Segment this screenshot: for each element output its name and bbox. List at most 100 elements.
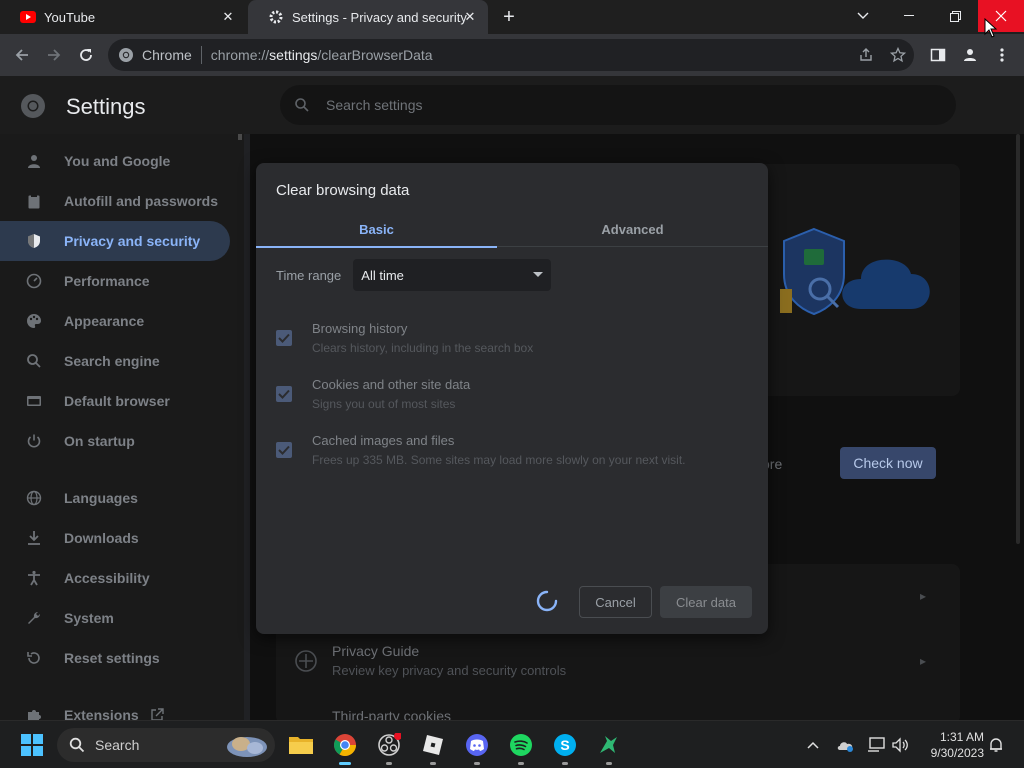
tab-basic[interactable]: Basic [256, 211, 497, 248]
time-range-label: Time range [276, 267, 342, 283]
sidebar-item-you-and-google[interactable]: You and Google [0, 141, 230, 181]
running-indicator [518, 762, 524, 765]
tab-search-icon[interactable] [840, 0, 886, 32]
taskbar-search[interactable]: Search [57, 728, 275, 762]
scrollbar-thumb[interactable] [1016, 134, 1020, 544]
sidebar-item-label: Privacy and security [64, 233, 201, 249]
network-icon[interactable] [866, 735, 886, 755]
file-explorer-icon[interactable] [285, 729, 317, 761]
sidebar-item-search-engine[interactable]: Search engine [0, 341, 230, 381]
privacy-guide-title[interactable]: Privacy Guide [332, 643, 419, 659]
tab-youtube[interactable]: YouTube ✕ [0, 0, 246, 34]
side-panel-icon[interactable] [926, 43, 950, 67]
globe-icon [24, 488, 44, 508]
address-bar[interactable]: Chrome chrome://settings/clearBrowserDat… [108, 39, 914, 71]
discord-icon[interactable] [461, 729, 493, 765]
roblox-icon[interactable] [417, 729, 449, 765]
sidebar-item-system[interactable]: System [0, 598, 230, 638]
power-icon [24, 431, 44, 451]
profile-icon[interactable] [958, 43, 982, 67]
sidebar-item-privacy[interactable]: Privacy and security [0, 221, 230, 261]
new-tab-button[interactable]: + [499, 7, 519, 27]
sidebar-item-label: Performance [64, 273, 150, 289]
scrollbar-thumb[interactable] [238, 134, 242, 140]
checkmark-icon [278, 333, 290, 343]
main-scrollbar[interactable] [1014, 134, 1022, 720]
gear-icon [268, 9, 284, 25]
accessibility-icon [24, 568, 44, 588]
sidebar-item-accessibility[interactable]: Accessibility [0, 558, 230, 598]
chevron-right-icon: ▸ [920, 654, 927, 668]
forward-button[interactable] [42, 43, 66, 67]
notification-bell-icon[interactable] [986, 735, 1006, 755]
search-icon [69, 737, 85, 753]
cookies-checkbox[interactable] [276, 386, 292, 402]
sidebar-item-on-startup[interactable]: On startup [0, 421, 230, 461]
tab-settings[interactable]: Settings - Privacy and security ✕ [248, 0, 488, 34]
search-input[interactable]: Search settings [280, 85, 956, 125]
volume-icon[interactable] [890, 735, 910, 755]
sidebar-item-label: Autofill and passwords [64, 193, 219, 209]
skype-icon[interactable]: S [549, 729, 581, 765]
search-icon [294, 97, 310, 113]
sidebar-item-label: Appearance [64, 313, 145, 329]
active-indicator [339, 762, 351, 765]
security-illustration [780, 227, 930, 316]
time-range-select[interactable]: All time [353, 259, 552, 291]
running-indicator [386, 762, 392, 765]
clear-data-button[interactable]: Clear data [660, 586, 752, 618]
tab-advanced[interactable]: Advanced [512, 211, 753, 247]
download-icon [24, 528, 44, 548]
sidebar-item-label: Languages [64, 490, 138, 506]
chrome-taskbar-icon[interactable] [329, 729, 361, 765]
cached-images-checkbox[interactable] [276, 442, 292, 458]
cancel-button[interactable]: Cancel [579, 586, 652, 618]
taskbar: Search S 1:31 AM 9/30/2023 [0, 720, 1024, 768]
browsing-history-checkbox[interactable] [276, 330, 292, 346]
option-cached-images: Cached images and files Frees up 335 MB.… [276, 433, 746, 477]
restore-button[interactable] [932, 0, 978, 32]
privacy-guide-icon [294, 649, 318, 673]
close-tab-icon[interactable]: ✕ [462, 9, 478, 25]
menu-kebab-icon[interactable] [990, 43, 1014, 67]
sidebar-item-appearance[interactable]: Appearance [0, 301, 230, 341]
minimize-button[interactable] [886, 0, 932, 32]
tab-title: YouTube [44, 9, 96, 25]
app-bird-icon[interactable] [593, 729, 625, 765]
chrome-logo-icon [118, 47, 134, 63]
time-range-row: Time range All time [276, 259, 552, 291]
running-indicator [474, 762, 480, 765]
sidebar-item-label: Default browser [64, 393, 170, 409]
bookmark-star-icon[interactable] [889, 46, 907, 63]
sidebar-item-downloads[interactable]: Downloads [0, 518, 230, 558]
back-button[interactable] [10, 43, 34, 67]
share-icon[interactable] [858, 47, 874, 63]
search-placeholder: Search settings [326, 97, 423, 113]
search-icon [24, 351, 44, 371]
browser-icon [24, 391, 44, 411]
option-browsing-history: Browsing history Clears history, includi… [276, 321, 746, 365]
sidebar-item-default-browser[interactable]: Default browser [0, 381, 230, 421]
option-title: Cookies and other site data [312, 377, 471, 392]
sidebar-item-languages[interactable]: Languages [0, 478, 230, 518]
sidebar-item-reset-settings[interactable]: Reset settings [0, 638, 230, 678]
obs-icon[interactable] [373, 729, 405, 765]
spotify-icon[interactable] [505, 729, 537, 765]
reload-button[interactable] [74, 43, 98, 67]
sidebar-item-performance[interactable]: Performance [0, 261, 230, 301]
close-tab-icon[interactable]: ✕ [220, 9, 236, 25]
show-hidden-icons-chevron[interactable] [803, 735, 823, 755]
windows-start-icon[interactable] [16, 729, 48, 761]
taskbar-clock[interactable]: 1:31 AM 9/30/2023 [912, 729, 984, 761]
sidebar-item-label: Accessibility [64, 570, 150, 586]
url-text: chrome://settings/clearBrowserData [210, 47, 433, 63]
speedometer-icon [24, 271, 44, 291]
sidebar-scrollbar[interactable] [236, 134, 244, 720]
onedrive-icon[interactable] [835, 735, 855, 755]
dialog-title: Clear browsing data [276, 182, 410, 199]
check-now-button[interactable]: Check now [840, 447, 936, 479]
time-range-value: All time [361, 267, 404, 283]
dropdown-arrow-icon [533, 272, 544, 277]
sidebar-item-autofill[interactable]: Autofill and passwords [0, 181, 230, 221]
taskbar-search-label: Search [95, 737, 140, 753]
